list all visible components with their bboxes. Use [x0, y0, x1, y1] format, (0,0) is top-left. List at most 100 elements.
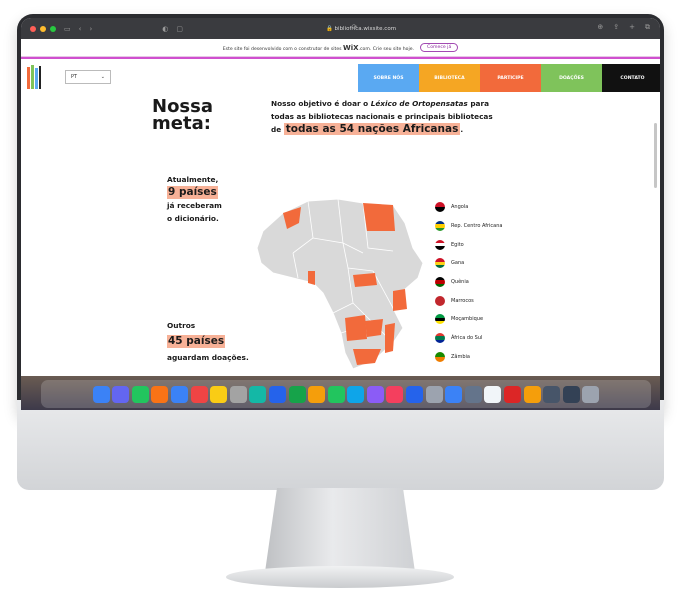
dock-app-icon[interactable]	[151, 385, 169, 403]
legend-label: Angola	[451, 204, 469, 211]
monitor-stand	[265, 488, 415, 572]
received-line-1: Atualmente,	[167, 175, 219, 184]
waiting-count: 45 países	[167, 335, 226, 348]
goal-line-3-suffix: .	[460, 125, 464, 134]
country-ghana	[308, 271, 315, 285]
tab-icon[interactable]: ▢	[176, 25, 183, 33]
url-text: bibliofrica.wixsite.com	[334, 26, 397, 32]
country-car	[353, 273, 377, 287]
dock-app-icon[interactable]	[229, 385, 247, 403]
waiting-line-3: aguardam doações.	[167, 353, 249, 362]
dock-app-icon[interactable]	[249, 385, 267, 403]
dock-app-icon[interactable]	[288, 385, 306, 403]
new-tab-icon[interactable]: +	[629, 23, 635, 32]
dock-app-icon[interactable]	[425, 385, 443, 403]
legend-label: Egito	[451, 241, 464, 248]
back-icon[interactable]: ‹	[79, 25, 82, 33]
dock-app-icon[interactable]	[112, 385, 130, 403]
tabs-overview-icon[interactable]: ⧉	[645, 23, 650, 32]
flag-icon	[435, 258, 445, 269]
monitor-chin	[17, 400, 664, 490]
language-value: PT	[71, 74, 78, 80]
legend-item: África do Sul	[435, 329, 502, 348]
goal-line-2: todas as bibliotecas nacionais e princip…	[271, 112, 493, 121]
forward-icon[interactable]: ›	[89, 25, 92, 33]
legend-label: Zâmbia	[451, 353, 470, 360]
address-bar[interactable]: 🔒 bibliofrica.wixsite.com	[301, 24, 421, 34]
zoom-window-button[interactable]	[50, 25, 56, 32]
dock-app-icon[interactable]	[131, 385, 149, 403]
dock-app-icon[interactable]	[327, 385, 345, 403]
country-kenya	[393, 289, 407, 311]
download-icon[interactable]: ⊕	[597, 23, 603, 32]
legend-label: África do Sul	[451, 335, 483, 342]
nav-doacoes[interactable]: DOAÇÕES	[541, 64, 602, 92]
shield-icon[interactable]: ◐	[162, 25, 168, 33]
legend-item: Moçambique	[435, 310, 502, 329]
dock-app-icon[interactable]	[406, 385, 424, 403]
legend-item: Rep. Centro Africana	[435, 217, 502, 236]
dock-app-icon[interactable]	[347, 385, 365, 403]
reload-icon[interactable]: ⟳	[352, 23, 358, 32]
browser-toolbar: ▭ ‹ › ◐ ▢ 🔒 bibliofrica.wixsite.com ⟳ ⊕ …	[21, 18, 660, 39]
dock-app-icon[interactable]	[92, 385, 110, 403]
close-window-button[interactable]	[30, 25, 36, 32]
country-zambia	[365, 319, 383, 337]
dock	[41, 380, 651, 408]
page-title: Nossa meta:	[152, 98, 213, 133]
dock-app-icon[interactable]	[464, 385, 482, 403]
nav-contato[interactable]: CONTATO	[602, 64, 660, 92]
goal-text-a: Nosso objetivo é doar o	[271, 99, 371, 108]
goal-line-3-prefix: de	[271, 125, 284, 134]
dock-app-icon[interactable]	[484, 385, 502, 403]
nav-participe[interactable]: PARTICIPE	[480, 64, 541, 92]
dock-app-icon[interactable]	[562, 385, 580, 403]
dock-app-icon[interactable]	[386, 385, 404, 403]
nav-sobre-nos[interactable]: SOBRE NÓS	[358, 64, 419, 92]
dock-app-icon[interactable]	[170, 385, 188, 403]
africa-outline	[256, 198, 423, 370]
dock-app-icon[interactable]	[523, 385, 541, 403]
dock-app-icon[interactable]	[210, 385, 228, 403]
main-nav: SOBRE NÓS BIBLIOTECA PARTICIPE DOAÇÕES C…	[358, 64, 660, 92]
dock-app-icon[interactable]	[366, 385, 384, 403]
screen: ▭ ‹ › ◐ ▢ 🔒 bibliofrica.wixsite.com ⟳ ⊕ …	[21, 18, 660, 410]
legend-item: Quênia	[435, 273, 502, 292]
legend-item: Zâmbia	[435, 348, 502, 367]
dock-app-icon[interactable]	[268, 385, 286, 403]
dock-app-icon[interactable]	[504, 385, 522, 403]
dock-app-icon[interactable]	[190, 385, 208, 403]
flag-icon	[435, 333, 445, 344]
flag-icon	[435, 239, 445, 250]
minimize-window-button[interactable]	[40, 25, 46, 32]
legend-item: Gana	[435, 254, 502, 273]
country-angola	[345, 315, 367, 341]
wix-banner-text: Este site foi desenvolvido com o constru…	[223, 44, 414, 52]
imac-mockup: ▭ ‹ › ◐ ▢ 🔒 bibliofrica.wixsite.com ⟳ ⊕ …	[0, 0, 681, 593]
monitor-foot	[226, 566, 454, 588]
goal-text-b: para	[467, 99, 489, 108]
dock-app-icon[interactable]	[445, 385, 463, 403]
nav-biblioteca[interactable]: BIBLIOTECA	[419, 64, 480, 92]
sidebar-icon[interactable]: ▭	[64, 25, 71, 33]
legend-label: Rep. Centro Africana	[451, 223, 503, 230]
page-scrollbar[interactable]	[654, 123, 657, 188]
site-logo[interactable]	[26, 65, 42, 91]
flag-icon	[435, 351, 445, 362]
legend-item: Egito	[435, 235, 502, 254]
banner-divider	[21, 57, 660, 59]
share-icon[interactable]: ⇪	[613, 23, 619, 32]
africa-map	[256, 198, 423, 370]
wix-banner-prefix: Este site foi desenvolvido com o constru…	[222, 46, 342, 52]
dock-app-icon[interactable]	[543, 385, 561, 403]
country-mozambique	[385, 323, 395, 353]
waiting-block: Outros 45 países aguardam doações.	[167, 319, 249, 364]
wix-cta-button[interactable]: Comece já	[420, 43, 459, 52]
flag-icon	[435, 277, 445, 288]
country-south-africa	[353, 349, 381, 365]
dock-app-icon[interactable]	[308, 385, 326, 403]
goal-paragraph: Nosso objetivo é doar o Léxico de Ortope…	[271, 97, 521, 136]
language-select[interactable]: PT ⌄	[65, 70, 111, 84]
dock-app-icon[interactable]	[582, 385, 600, 403]
goal-highlight: todas as 54 nações Africanas	[283, 123, 461, 135]
